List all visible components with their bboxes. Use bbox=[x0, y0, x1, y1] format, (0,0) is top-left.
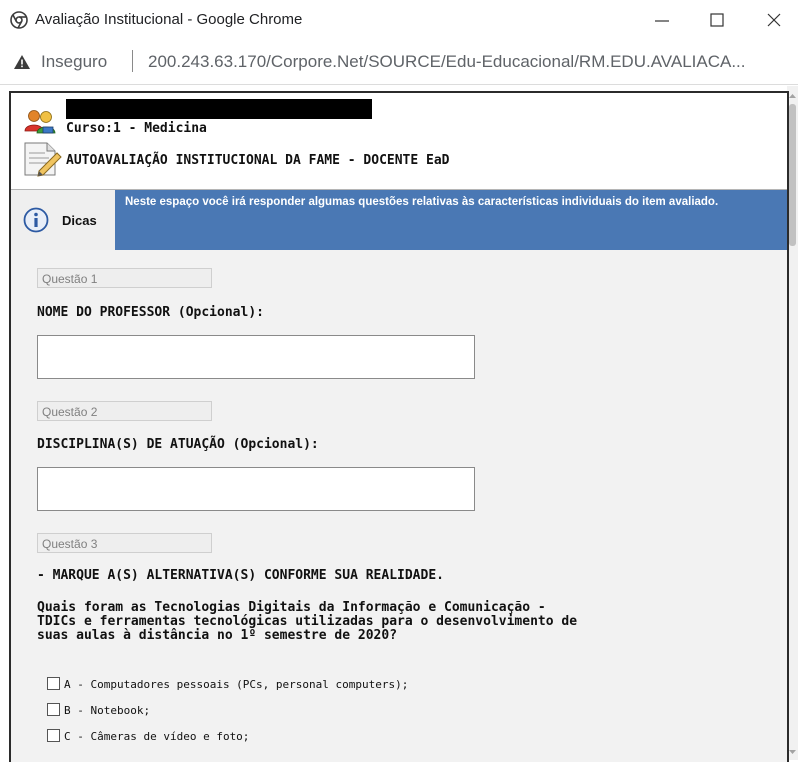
url-text[interactable]: 200.243.63.170/Corpore.Net/SOURCE/Edu-Ed… bbox=[148, 52, 746, 72]
option-a-label[interactable]: A - Computadores pessoais (PCs, personal… bbox=[64, 678, 408, 691]
tips-header: Dicas bbox=[11, 190, 116, 250]
tips-label: Dicas bbox=[62, 213, 97, 228]
option-c-checkbox[interactable] bbox=[47, 729, 60, 742]
question-3-text-line-2: TDICs e ferramentas tecnológicas utiliza… bbox=[37, 614, 578, 629]
address-bar[interactable]: Inseguro 200.243.63.170/Corpore.Net/SOUR… bbox=[0, 40, 798, 85]
window-titlebar: Avaliação Institucional - Google Chrome bbox=[0, 0, 798, 40]
maximize-icon bbox=[710, 13, 724, 27]
warning-icon[interactable] bbox=[13, 54, 31, 70]
option-c-label[interactable]: C - Câmeras de vídeo e foto; bbox=[64, 730, 249, 743]
form-header: Curso:1 - Medicina AUTOAVALIAÇÃO INSTITU… bbox=[11, 93, 787, 189]
option-b-checkbox[interactable] bbox=[47, 703, 60, 716]
question-1-title: NOME DO PROFESSOR (Opcional): bbox=[37, 305, 264, 320]
option-b-label[interactable]: B - Notebook; bbox=[64, 704, 150, 717]
address-separator bbox=[132, 50, 133, 72]
question-2-tag: Questão 2 bbox=[37, 401, 212, 421]
chrome-logo-icon bbox=[10, 11, 28, 29]
close-icon bbox=[767, 13, 781, 27]
question-1-tag: Questão 1 bbox=[37, 268, 212, 288]
scroll-thumb[interactable] bbox=[789, 104, 796, 246]
question-3-text-line-3: suas aulas à distância no 1º semestre de… bbox=[37, 628, 398, 643]
course-label: Curso:1 - Medicina bbox=[66, 121, 207, 136]
form-title: AUTOAVALIAÇÃO INSTITUCIONAL DA FAME - DO… bbox=[66, 153, 450, 168]
close-window-button[interactable] bbox=[752, 0, 798, 40]
question-3-title: - MARQUE A(S) ALTERNATIVA(S) CONFORME SU… bbox=[37, 568, 444, 583]
maximize-button[interactable] bbox=[695, 0, 741, 40]
info-icon bbox=[23, 207, 49, 233]
professor-name-textarea[interactable] bbox=[37, 335, 475, 379]
redacted-name-block bbox=[66, 99, 372, 119]
document-edit-icon bbox=[24, 142, 62, 177]
question-2-title: DISCIPLINA(S) DE ATUAÇÃO (Opcional): bbox=[37, 437, 319, 452]
users-icon bbox=[24, 110, 56, 134]
question-3-tag: Questão 3 bbox=[37, 533, 212, 553]
window-title: Avaliação Institucional - Google Chrome bbox=[35, 11, 303, 28]
discipline-textarea[interactable] bbox=[37, 467, 475, 511]
option-a-checkbox[interactable] bbox=[47, 677, 60, 690]
minimize-icon bbox=[655, 20, 669, 22]
minimize-button[interactable] bbox=[640, 0, 686, 40]
page-frame: Curso:1 - Medicina AUTOAVALIAÇÃO INSTITU… bbox=[9, 91, 789, 762]
tips-panel: Dicas Neste espaço você irá responder al… bbox=[11, 189, 787, 251]
tips-text: Neste espaço você irá responder algumas … bbox=[115, 190, 787, 250]
question-3-text-line-1: Quais foram as Tecnologias Digitais da I… bbox=[37, 600, 546, 615]
security-status[interactable]: Inseguro bbox=[41, 52, 107, 72]
questionnaire-area: Questão 1 NOME DO PROFESSOR (Opcional): … bbox=[11, 250, 787, 762]
